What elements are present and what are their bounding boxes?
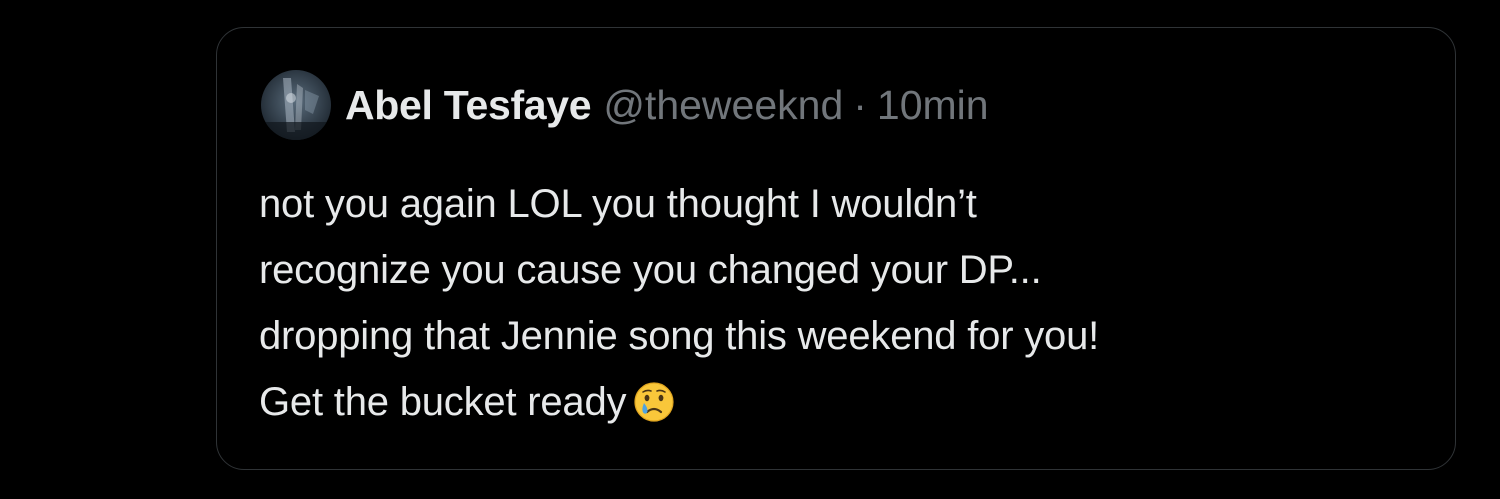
tweet-text-line: recognize you cause you changed your DP.… (259, 248, 1042, 292)
tweet-text-fragment: Get the bucket ready (259, 380, 627, 424)
crying-face-emoji-icon (632, 378, 676, 444)
tweet-text-line-last: Get the bucket ready (259, 369, 1419, 444)
dot-separator: · (853, 81, 867, 128)
tweet-header: Abel Tesfaye @theweeknd · 10min (261, 70, 989, 140)
author-name[interactable]: Abel Tesfaye (345, 82, 592, 129)
avatar[interactable] (261, 70, 331, 140)
tweet-timestamp[interactable]: 10min (877, 82, 989, 129)
tweet-text-line: not you again LOL you thought I wouldn’t (259, 182, 977, 226)
tweet-text: not you again LOL you thought I wouldn’t… (259, 171, 1419, 444)
tweet-text-line: dropping that Jennie song this weekend f… (259, 314, 1100, 358)
author-handle[interactable]: @theweeknd (603, 82, 843, 129)
quoted-tweet-card[interactable]: Abel Tesfaye @theweeknd · 10min not you … (216, 27, 1456, 470)
avatar-photo-icon (261, 70, 331, 140)
